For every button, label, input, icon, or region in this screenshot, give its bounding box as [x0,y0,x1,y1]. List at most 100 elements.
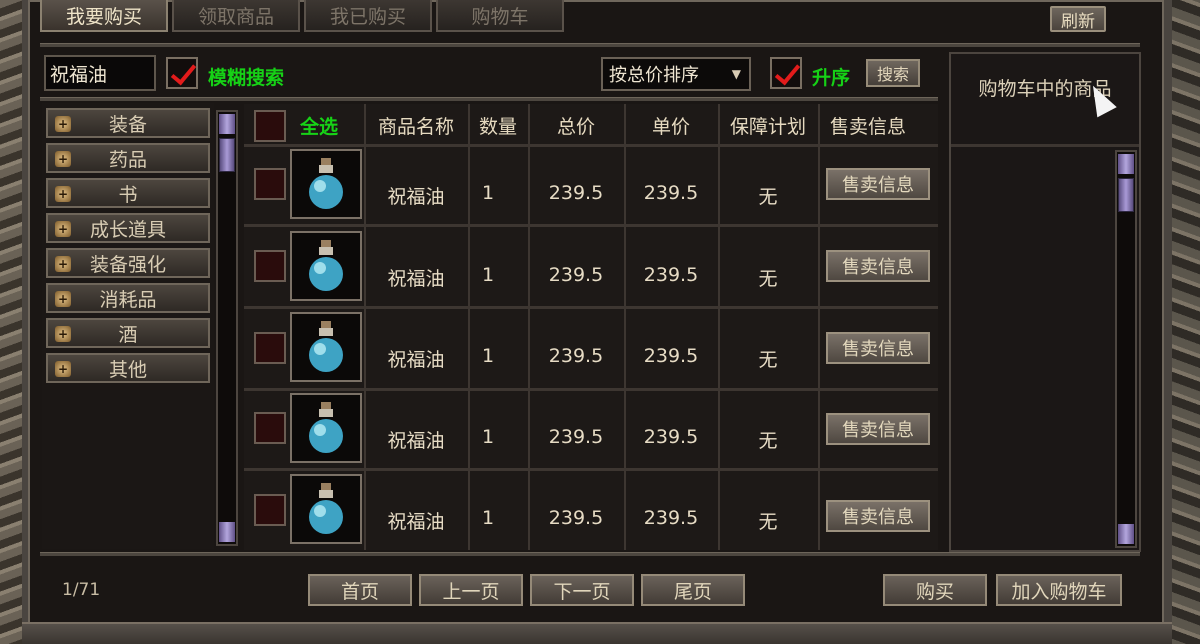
buy-button[interactable]: 购买 [883,574,987,606]
category-wine[interactable]: + 酒 [46,318,210,348]
category-potions[interactable]: + 药品 [46,143,210,173]
ascending-checkbox[interactable] [770,57,802,89]
category-consumables[interactable]: + 消耗品 [46,283,210,313]
category-other[interactable]: + 其他 [46,353,210,383]
item-unit-price: 239.5 [643,182,699,204]
item-quantity: 1 [481,264,495,286]
row-checkbox[interactable] [254,412,286,444]
scroll-down-icon[interactable] [219,522,235,542]
plus-icon: + [55,326,71,342]
item-quantity: 1 [481,345,495,367]
item-guarantee: 无 [758,430,778,452]
category-enhance[interactable]: + 装备强化 [46,248,210,278]
potion-bottle-icon[interactable] [290,474,362,544]
sale-info-button[interactable]: 售卖信息 [826,413,930,445]
header-name: 商品名称 [377,116,454,138]
column-divider [364,104,366,550]
sale-info-button[interactable]: 售卖信息 [826,168,930,200]
tab-buy[interactable]: 我要购买 [40,0,168,32]
next-page-button[interactable]: 下一页 [530,574,634,606]
item-guarantee: 无 [758,268,778,290]
column-divider [718,104,720,550]
divider [951,144,1139,147]
header-sale-info: 售卖信息 [829,116,906,138]
prev-page-button[interactable]: 上一页 [419,574,523,606]
window-bottom-frame [22,622,1172,644]
item-unit-price: 239.5 [643,345,699,367]
sort-selected-value: 按总价排序 [609,65,699,86]
plus-icon: + [55,186,71,202]
header-quantity: 数量 [478,116,517,138]
ascending-label: 升序 [812,67,851,89]
header-total: 总价 [556,116,595,138]
item-total-price: 239.5 [548,264,604,286]
item-guarantee: 无 [758,511,778,533]
plus-icon: + [55,361,71,377]
search-button[interactable]: 搜索 [866,59,920,87]
item-total-price: 239.5 [548,426,604,448]
category-books[interactable]: + 书 [46,178,210,208]
column-divider [818,104,820,550]
row-checkbox[interactable] [254,250,286,282]
item-guarantee: 无 [758,186,778,208]
tab-cart[interactable]: 购物车 [436,0,564,32]
plus-icon: + [55,256,71,272]
item-guarantee: 无 [758,349,778,371]
item-name: 祝福油 [387,349,445,371]
add-to-cart-button[interactable]: 加入购物车 [996,574,1122,606]
divider [40,552,1140,556]
sale-info-button[interactable]: 售卖信息 [826,250,930,282]
search-input[interactable] [44,55,156,91]
chevron-down-icon: ▼ [731,67,741,81]
item-quantity: 1 [481,182,495,204]
potion-bottle-icon[interactable] [290,149,362,219]
scroll-up-icon[interactable] [219,114,235,134]
header-unit-price: 单价 [651,116,690,138]
row-divider [244,306,938,309]
item-total-price: 239.5 [548,345,604,367]
item-total-price: 239.5 [548,507,604,529]
divider [40,97,938,101]
divider [40,43,1140,47]
plus-icon: + [55,291,71,307]
row-divider [244,144,938,147]
item-name: 祝福油 [387,511,445,533]
category-scrollbar[interactable] [216,110,238,546]
row-checkbox[interactable] [254,494,286,526]
category-growth-items[interactable]: + 成长道具 [46,213,210,243]
tab-claim[interactable]: 领取商品 [172,0,300,32]
fuzzy-search-checkbox[interactable] [166,57,198,89]
cart-scrollbar[interactable] [1115,150,1137,548]
sort-select[interactable]: 按总价排序 ▼ [601,57,751,91]
item-total-price: 239.5 [548,182,604,204]
column-divider [528,104,530,550]
plus-icon: + [55,221,71,237]
first-page-button[interactable]: 首页 [308,574,412,606]
last-page-button[interactable]: 尾页 [641,574,745,606]
item-name: 祝福油 [387,430,445,452]
scroll-thumb[interactable] [219,138,235,172]
plus-icon: + [55,151,71,167]
item-unit-price: 239.5 [643,507,699,529]
refresh-button[interactable]: 刷新 [1050,6,1106,32]
category-equipment[interactable]: + 装备 [46,108,210,138]
tab-purchased[interactable]: 我已购买 [304,0,432,32]
select-all-checkbox[interactable] [254,110,286,142]
item-name: 祝福油 [387,186,445,208]
potion-bottle-icon[interactable] [290,231,362,301]
product-table: 全选 商品名称 数量 总价 单价 保障计划 售卖信息 祝福油 1 239.5 2… [244,104,938,550]
item-unit-price: 239.5 [643,426,699,448]
sale-info-button[interactable]: 售卖信息 [826,332,930,364]
plus-icon: + [55,116,71,132]
scroll-down-icon[interactable] [1118,524,1134,544]
potion-bottle-icon[interactable] [290,312,362,382]
fuzzy-search-label: 模糊搜索 [208,67,285,89]
row-checkbox[interactable] [254,168,286,200]
item-unit-price: 239.5 [643,264,699,286]
scroll-thumb[interactable] [1118,178,1134,212]
row-checkbox[interactable] [254,332,286,364]
potion-bottle-icon[interactable] [290,393,362,463]
row-divider [244,388,938,391]
scroll-up-icon[interactable] [1118,154,1134,174]
sale-info-button[interactable]: 售卖信息 [826,500,930,532]
